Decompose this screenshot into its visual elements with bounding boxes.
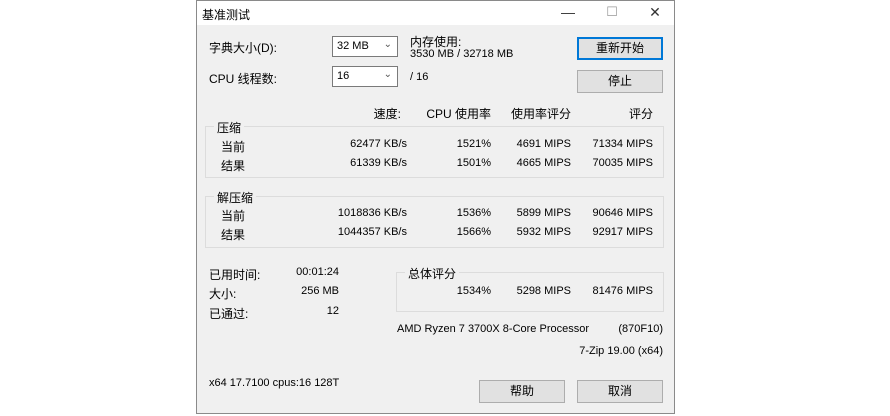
dict-size-value: 32 MB xyxy=(337,40,369,52)
chevron-down-icon: ⌄ xyxy=(383,69,392,80)
speed: 1044357 KB/s xyxy=(337,226,407,238)
rating: 92917 MIPS xyxy=(592,226,653,238)
passes-label: 已通过: xyxy=(209,307,249,321)
passes-value: 12 xyxy=(326,305,339,317)
memory-usage-value: 3530 MB / 32718 MB xyxy=(410,48,514,60)
header-rating: 评分 xyxy=(628,107,653,121)
total-rating: 81476 MIPS xyxy=(592,285,653,297)
rating-usage: 4665 MIPS xyxy=(516,157,571,169)
cpu-usage: 1566% xyxy=(456,226,491,238)
decompress-group: 解压缩 xyxy=(205,189,664,248)
rating-usage: 4691 MIPS xyxy=(516,138,571,150)
size-value: 256 MB xyxy=(301,285,339,297)
cpu-usage: 1521% xyxy=(456,138,491,150)
header-rating-usage: 使用率评分 xyxy=(510,107,571,121)
maximize-icon[interactable]: ☐ xyxy=(597,4,627,20)
restart-button[interactable]: 重新开始 xyxy=(577,37,663,60)
rating: 70035 MIPS xyxy=(592,157,653,169)
rating: 71334 MIPS xyxy=(592,138,653,150)
cpu-id: (870F10) xyxy=(618,323,663,335)
chevron-down-icon: ⌄ xyxy=(383,39,392,50)
minimize-icon[interactable]: — xyxy=(553,4,583,20)
speed: 61339 KB/s xyxy=(350,157,407,169)
header-speed: 速度: xyxy=(373,107,401,121)
dict-size-select[interactable]: 32 MB ⌄ xyxy=(332,36,398,57)
decompress-title: 解压缩 xyxy=(214,189,257,206)
rating: 90646 MIPS xyxy=(592,207,653,219)
cpu-threads-label: CPU 线程数: xyxy=(209,72,278,86)
total-rating-title: 总体评分 xyxy=(405,265,460,282)
speed: 62477 KB/s xyxy=(350,138,407,150)
compress-title: 压缩 xyxy=(214,119,245,136)
rating-usage: 5932 MIPS xyxy=(516,226,571,238)
rating-usage: 5899 MIPS xyxy=(516,207,571,219)
close-icon[interactable]: ✕ xyxy=(640,4,670,21)
speed: 1018836 KB/s xyxy=(337,207,407,219)
stop-button[interactable]: 停止 xyxy=(577,70,663,93)
cpu-threads-value: 16 xyxy=(337,70,350,82)
title-bar: 基准测试 — ☐ ✕ xyxy=(197,1,674,25)
cancel-button[interactable]: 取消 xyxy=(577,380,663,403)
cpu-threads-total: / 16 xyxy=(410,71,429,83)
total-rating-usage: 5298 MIPS xyxy=(516,285,571,297)
size-label: 大小: xyxy=(209,287,237,301)
cpu-threads-select[interactable]: 16 ⌄ xyxy=(332,66,398,87)
cpu-usage: 1501% xyxy=(456,157,491,169)
footer-info: x64 17.7100 cpus:16 128T xyxy=(209,377,340,389)
elapsed-label: 已用时间: xyxy=(209,268,261,282)
total-cpu-usage: 1534% xyxy=(456,285,491,297)
cpu-usage: 1536% xyxy=(456,207,491,219)
help-button[interactable]: 帮助 xyxy=(479,380,565,403)
dict-size-label: 字典大小(D): xyxy=(209,41,277,55)
elapsed-value: 00:01:24 xyxy=(296,266,339,278)
row-label: 结果 xyxy=(221,159,246,173)
cpu-name: AMD Ryzen 7 3700X 8-Core Processor xyxy=(397,323,589,335)
row-label: 结果 xyxy=(221,228,246,242)
window-title: 基准测试 xyxy=(202,8,251,22)
version-info: 7-Zip 19.00 (x64) xyxy=(579,345,663,357)
header-cpu-usage: CPU 使用率 xyxy=(426,107,491,121)
compress-group: 压缩 xyxy=(205,119,664,178)
benchmark-dialog: 基准测试 — ☐ ✕ 字典大小(D): 32 MB ⌄ 内存使用: 3530 MB… xyxy=(196,0,675,414)
row-label: 当前 xyxy=(221,209,246,223)
row-label: 当前 xyxy=(221,140,246,154)
